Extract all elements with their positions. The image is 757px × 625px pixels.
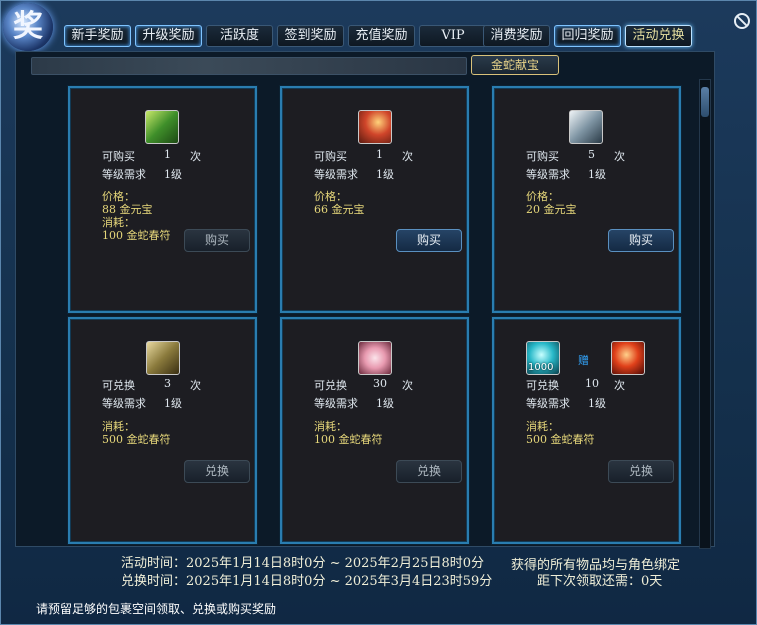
- count-value: 1: [164, 148, 171, 161]
- count-value: 3: [164, 377, 171, 390]
- tab-signin[interactable]: 签到奖励: [277, 25, 344, 47]
- silver-chest-icon[interactable]: [569, 110, 603, 144]
- cyan-orb-icon[interactable]: 1000: [526, 341, 560, 375]
- price-value: 66 金元宝: [314, 203, 365, 216]
- tab-vip[interactable]: VIP: [419, 25, 487, 47]
- reward-card: 可兑换 30 次 等级需求 1级 消耗： 100 金蛇春符 兑换: [280, 317, 469, 544]
- close-icon[interactable]: [734, 13, 750, 29]
- level-value: 1级: [376, 397, 394, 410]
- count-unit: 次: [190, 150, 201, 163]
- tab-levelup[interactable]: 升级奖励: [135, 25, 202, 47]
- count-label: 可购买: [526, 150, 559, 163]
- scroll-icon[interactable]: [146, 341, 180, 375]
- count-unit: 次: [190, 379, 201, 392]
- level-label: 等级需求: [526, 397, 570, 410]
- level-label: 等级需求: [314, 397, 358, 410]
- notice-text: 请预留足够的包裹空间领取、兑换或购买奖励: [36, 602, 277, 616]
- level-value: 1级: [588, 168, 606, 181]
- reward-card: 可购买 5 次 等级需求 1级 价格： 20 金元宝 购买: [492, 86, 681, 313]
- buy-button[interactable]: 购买: [396, 229, 462, 252]
- count-label: 可购买: [102, 150, 135, 163]
- count-unit: 次: [402, 150, 413, 163]
- scrollbar-thumb[interactable]: [701, 87, 709, 117]
- tab-event-exchange[interactable]: 活动兑换: [625, 25, 692, 47]
- count-value: 10: [585, 377, 599, 390]
- tab-newbie[interactable]: 新手奖励: [64, 25, 131, 47]
- reward-card: 可兑换 3 次 等级需求 1级 消耗： 500 金蛇春符 兑换: [68, 317, 257, 544]
- exchange-time: 兑换时间：2025年1月14日8时0分 ~ 2025年3月4日23时59分: [121, 574, 493, 589]
- cost-value: 100 金蛇春符: [102, 229, 171, 242]
- fire-scepter-icon[interactable]: [358, 110, 392, 144]
- count-label: 可兑换: [314, 379, 347, 392]
- sub-tab-bar: [31, 57, 467, 75]
- count-unit: 次: [402, 379, 413, 392]
- scrollbar-track[interactable]: [699, 79, 711, 549]
- subtab-golden-snake[interactable]: 金蛇献宝: [471, 55, 559, 75]
- treasure-chest-green-icon[interactable]: [145, 110, 179, 144]
- exchange-button[interactable]: 兑换: [184, 460, 250, 483]
- cost-value: 100 金蛇春符: [314, 433, 383, 446]
- count-value: 5: [588, 148, 595, 161]
- cost-value: 500 金蛇春符: [526, 433, 595, 446]
- quantity-badge: 1000: [528, 362, 554, 373]
- tab-return[interactable]: 回归奖励: [554, 25, 621, 47]
- next-claim-countdown: 距下次领取还需：0天: [537, 574, 663, 589]
- count-unit: 次: [614, 150, 625, 163]
- reward-card: 可购买 1 次 等级需求 1级 价格： 88 金元宝 消耗： 100 金蛇春符 …: [68, 86, 257, 313]
- buy-button[interactable]: 购买: [608, 229, 674, 252]
- reward-window: 奖 新手奖励 升级奖励 活跃度 签到奖励 充值奖励 VIP 消费奖励 回归奖励 …: [0, 0, 757, 625]
- cost-value: 500 金蛇春符: [102, 433, 171, 446]
- count-value: 1: [376, 148, 383, 161]
- price-value: 20 金元宝: [526, 203, 577, 216]
- tab-consume[interactable]: 消费奖励: [483, 25, 550, 47]
- level-label: 等级需求: [102, 397, 146, 410]
- reward-card: 可购买 1 次 等级需求 1级 价格： 66 金元宝 购买: [280, 86, 469, 313]
- level-label: 等级需求: [526, 168, 570, 181]
- count-label: 可购买: [314, 150, 347, 163]
- pink-petal-icon[interactable]: [358, 341, 392, 375]
- red-orb-icon[interactable]: [611, 341, 645, 375]
- level-value: 1级: [376, 168, 394, 181]
- reward-card: 1000 赠 可兑换 10 次 等级需求 1级 消耗： 500 金蛇春符 兑换: [492, 317, 681, 544]
- count-label: 可兑换: [102, 379, 135, 392]
- level-value: 1级: [164, 397, 182, 410]
- level-value: 1级: [164, 168, 182, 181]
- level-label: 等级需求: [102, 168, 146, 181]
- tab-recharge[interactable]: 充值奖励: [348, 25, 415, 47]
- level-value: 1级: [588, 397, 606, 410]
- reward-emblem-icon: 奖: [3, 3, 53, 51]
- gift-label: 赠: [578, 354, 589, 367]
- count-label: 可兑换: [526, 379, 559, 392]
- tab-activity[interactable]: 活跃度: [206, 25, 273, 47]
- level-label: 等级需求: [314, 168, 358, 181]
- count-unit: 次: [614, 379, 625, 392]
- count-value: 30: [373, 377, 387, 390]
- buy-button[interactable]: 购买: [184, 229, 250, 252]
- exchange-button[interactable]: 兑换: [396, 460, 462, 483]
- activity-time: 活动时间：2025年1月14日8时0分 ~ 2025年2月25日8时0分: [121, 556, 485, 571]
- exchange-button[interactable]: 兑换: [608, 460, 674, 483]
